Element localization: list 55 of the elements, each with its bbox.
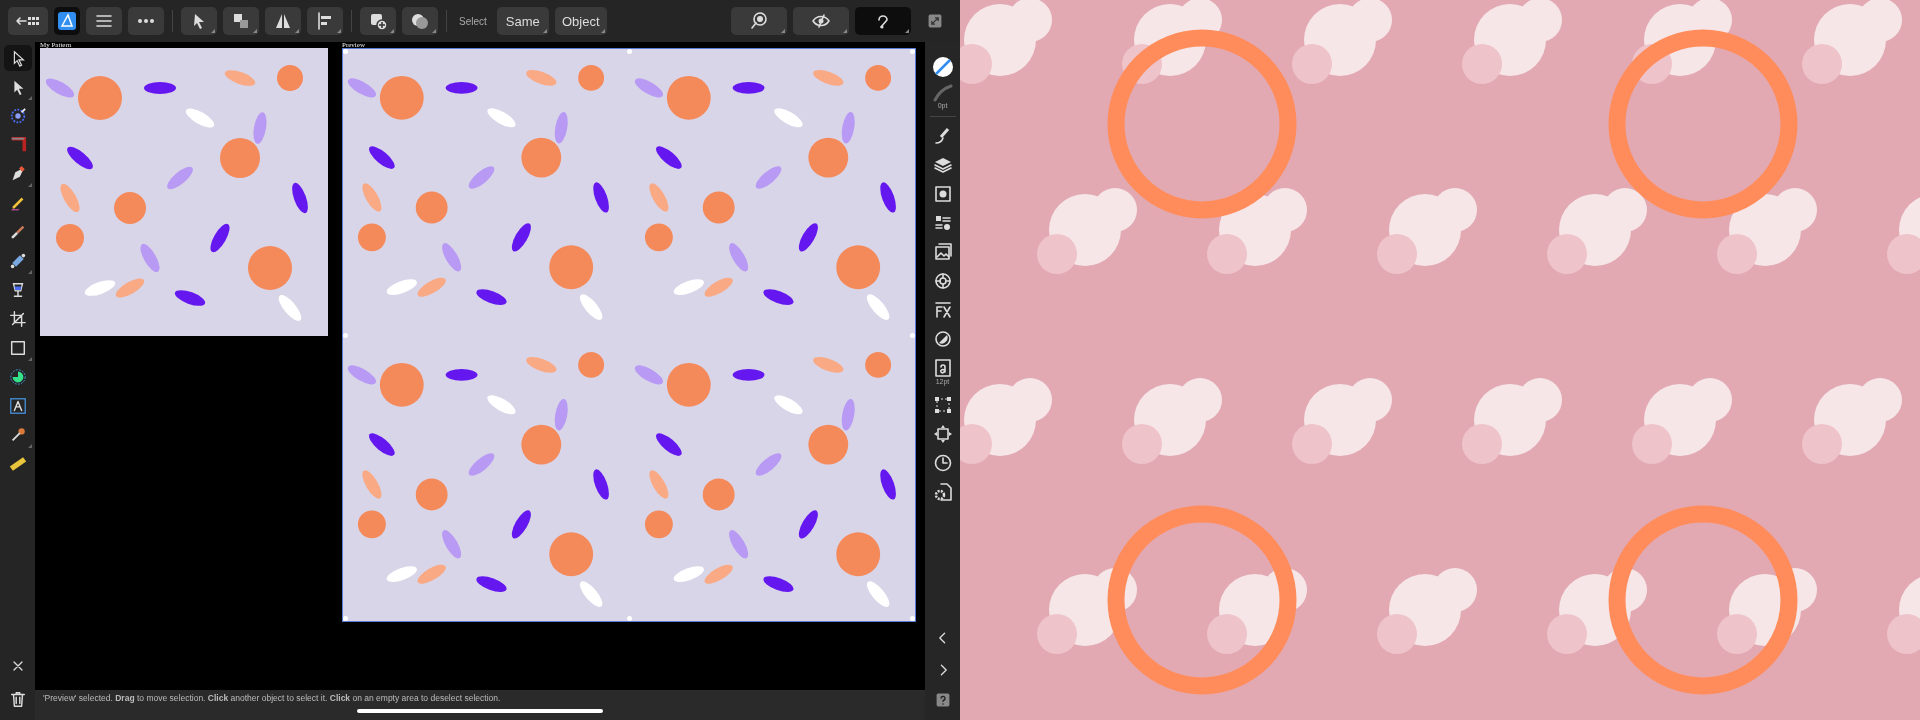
selection-handle[interactable]	[910, 332, 915, 338]
crop-tool-icon	[8, 310, 27, 328]
stroke-icon[interactable]	[932, 84, 953, 102]
move-tool[interactable]	[3, 45, 32, 71]
shape-tool-icon	[8, 368, 27, 386]
document-settings-icon[interactable]	[932, 482, 953, 502]
history-icon[interactable]	[932, 453, 953, 473]
selection-handle[interactable]	[626, 616, 632, 621]
styles-icon[interactable]	[932, 213, 953, 233]
transform-icon[interactable]	[932, 395, 953, 415]
zoom-icon	[749, 11, 769, 31]
flip-button[interactable]	[265, 7, 301, 35]
fx-icon[interactable]	[932, 300, 953, 320]
boolean-button[interactable]	[402, 7, 438, 35]
fill-stroke-swatch[interactable]	[931, 56, 954, 78]
effects-icon[interactable]	[932, 184, 953, 204]
trash-icon[interactable]	[8, 690, 27, 708]
zoom-button[interactable]	[731, 7, 787, 35]
add-shape-button[interactable]	[360, 7, 396, 35]
navigator-icon[interactable]	[932, 424, 953, 444]
align-button[interactable]	[307, 7, 343, 35]
help-icon[interactable]	[934, 692, 951, 708]
fill-tool-icon	[8, 252, 27, 270]
selection-handle[interactable]	[626, 49, 632, 54]
selection-handle[interactable]	[910, 49, 915, 54]
more-button[interactable]	[128, 7, 164, 35]
selection-handle[interactable]	[910, 616, 915, 621]
eye-button[interactable]	[793, 7, 849, 35]
app-logo-button[interactable]	[54, 7, 80, 35]
arrange-button[interactable]	[223, 7, 259, 35]
app-logo-icon	[57, 11, 77, 31]
menu-button[interactable]	[86, 7, 122, 35]
add-shape-icon	[368, 11, 388, 31]
select-option-button[interactable]: Same	[496, 7, 549, 35]
text-tool-icon	[8, 397, 27, 415]
assets-icon[interactable]	[932, 242, 953, 262]
select-option-button[interactable]: Object	[554, 7, 607, 35]
character-icon[interactable]	[932, 358, 953, 378]
corner-tool-icon	[8, 107, 27, 125]
layers-icon[interactable]	[932, 155, 953, 175]
selection-handle[interactable]	[343, 332, 348, 338]
select-label: Select	[459, 15, 487, 27]
back-grid-button[interactable]	[8, 7, 48, 35]
eye-icon	[811, 11, 831, 31]
fullscreen-icon[interactable]	[926, 13, 943, 29]
selection-handle[interactable]	[343, 49, 348, 54]
selection-handle[interactable]	[343, 616, 348, 621]
arrange-icon	[231, 11, 251, 31]
color-wheel-icon[interactable]	[932, 271, 953, 291]
status-message: 'Preview' selected. Drag to move selection. Click another object to select it. Click on an empty area to deselect selection.	[43, 693, 502, 703]
more-icon	[138, 19, 154, 23]
boolean-icon	[410, 11, 430, 31]
rectangle-tool-icon	[8, 339, 27, 357]
adjustment-icon[interactable]	[932, 329, 953, 349]
pointer-button[interactable]	[181, 7, 217, 35]
